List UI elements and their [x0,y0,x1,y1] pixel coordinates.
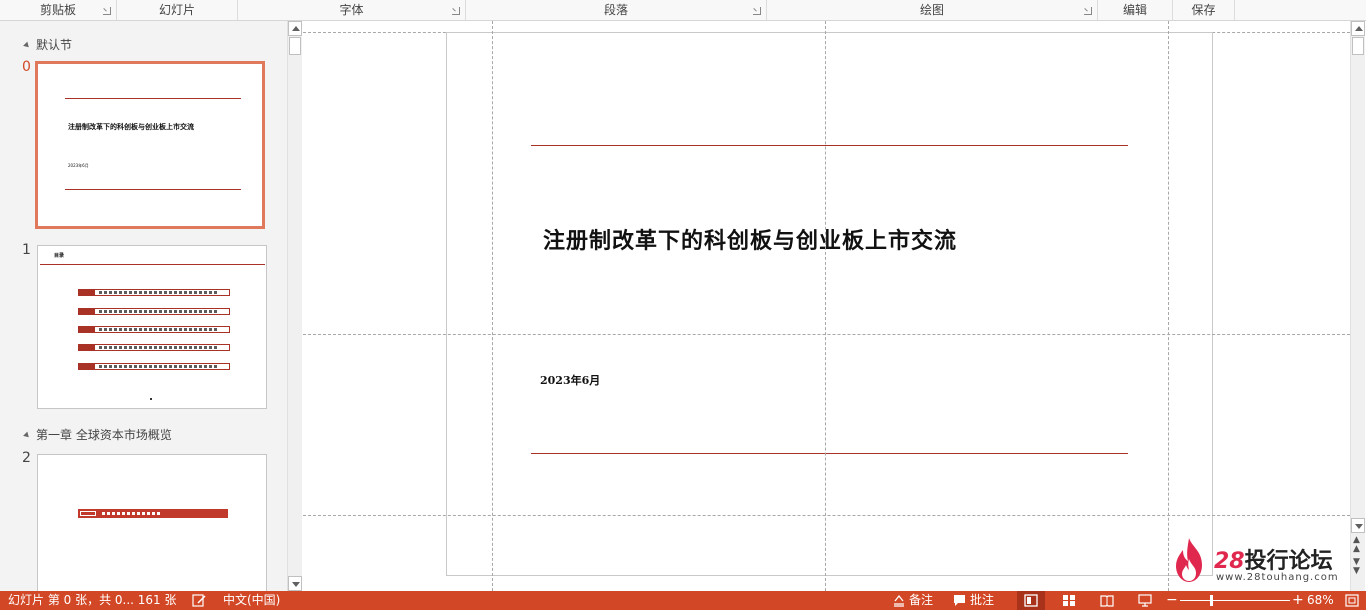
scroll-thumb[interactable] [1352,37,1364,55]
ribbon-group-label: 段落 [603,3,628,17]
guide-line-vertical[interactable] [1168,21,1169,591]
thumb-date: 2023年6月 [68,163,89,168]
comments-icon[interactable] [953,594,966,607]
reading-view-icon[interactable] [1100,594,1114,607]
slide-editing-area[interactable]: 注册制改革下的科创板与创业板上市交流 2023年6月 [303,21,1350,591]
slide-thumbnail-1[interactable]: 目录 [37,245,267,409]
slide-divider-line[interactable] [531,453,1128,454]
ribbon-group-font: 字体 [238,0,466,20]
thumb-toc-row [78,326,230,333]
slide-number: 0 [22,59,31,75]
flame-icon [1176,538,1202,582]
watermark-url: www.28touhang.com [1216,572,1339,583]
watermark-number: 28 [1214,549,1245,574]
next-slide-icon[interactable]: ▼ ▼ [1353,558,1360,576]
guide-line-vertical[interactable] [825,21,826,591]
watermark-logo: 28投行论坛 www.28touhang.com [1170,535,1350,587]
status-bar: 幻灯片 第 0 张，共 0... 161 张 中文(中国) 备注 批注 − + … [0,591,1366,610]
ribbon-group-save: 保存 [1173,0,1235,20]
slide-count-status[interactable]: 幻灯片 第 0 张，共 0... 161 张 [8,591,177,610]
scroll-down-button[interactable] [288,576,302,591]
notes-icon[interactable] [893,594,905,607]
slide-thumbnail-pane[interactable]: 默认节 0 注册制改革下的科创板与创业板上市交流 2023年6月 1 目录 第一… [0,21,287,591]
editor-scrollbar[interactable]: ▲ ▲ ▼ ▼ [1350,21,1365,591]
ribbon-group-labels: 剪贴板 幻灯片 字体 段落 绘图 编辑 保存 [0,0,1366,21]
zoom-level[interactable]: 68% [1307,591,1334,610]
normal-view-button[interactable] [1017,591,1045,610]
ribbon-group-clipboard: 剪贴板 [0,0,117,20]
language-status[interactable]: 中文(中国) [223,591,280,610]
slide-number: 1 [22,242,31,258]
slide-thumbnail-0[interactable]: 注册制改革下的科创板与创业板上市交流 2023年6月 [35,61,265,229]
zoom-out-button[interactable]: − [1166,591,1178,610]
comments-button[interactable]: 批注 [970,591,994,610]
ribbon-group-label: 绘图 [919,3,944,17]
slide-divider-line[interactable] [531,145,1128,146]
slide-number: 2 [22,450,31,466]
ribbon-group-label: 保存 [1191,3,1216,17]
guide-line-horizontal[interactable] [303,515,1350,516]
thumb-chapter-banner [78,509,228,518]
ribbon-group-drawing: 绘图 [767,0,1098,20]
thumbnail-scrollbar[interactable] [287,21,302,591]
zoom-slider-track[interactable] [1180,600,1290,601]
slide-date[interactable]: 2023年6月 [540,372,600,388]
ribbon-group-label: 编辑 [1122,3,1147,17]
guide-line-vertical[interactable] [492,21,493,591]
ribbon-group-label: 剪贴板 [39,3,76,17]
section-label: 默认节 [36,38,73,52]
thumb-divider-line [40,264,265,265]
watermark-name: 投行论坛 [1244,549,1333,574]
dialog-launcher-icon[interactable] [103,7,111,15]
scroll-up-button[interactable] [288,21,302,36]
thumb-toc-row [78,363,230,370]
thumb-divider-line [65,98,241,99]
dialog-launcher-icon[interactable] [452,7,460,15]
zoom-slider-handle[interactable] [1210,595,1213,606]
slide-thumbnail-2[interactable] [37,454,267,591]
normal-view-icon [1024,594,1038,607]
section-header-chapter-1[interactable]: 第一章 全球资本市场概览 [23,426,172,444]
thumb-title: 注册制改革下的科创板与创业板上市交流 [68,122,194,131]
slide-title[interactable]: 注册制改革下的科创板与创业板上市交流 [543,223,957,255]
notes-button[interactable]: 备注 [909,591,933,610]
section-header-default[interactable]: 默认节 [23,36,73,54]
scroll-up-button[interactable] [1351,21,1365,36]
dialog-launcher-icon[interactable] [1084,7,1092,15]
scroll-down-button[interactable] [1351,518,1365,533]
guide-line-horizontal[interactable] [303,334,1350,335]
current-slide[interactable]: 注册制改革下的科创板与创业板上市交流 2023年6月 [446,32,1213,576]
thumb-toc-row [78,344,230,351]
zoom-in-button[interactable]: + [1292,591,1304,610]
scroll-thumb[interactable] [289,37,301,55]
thumb-toc-row [78,308,230,315]
ribbon-group-paragraph: 段落 [466,0,767,20]
thumb-toc-row [78,289,230,296]
dialog-launcher-icon[interactable] [753,7,761,15]
previous-slide-icon[interactable]: ▲ ▲ [1353,536,1360,554]
thumb-title: 目录 [54,253,65,259]
fit-to-window-icon[interactable] [1345,594,1359,607]
collapse-triangle-icon[interactable] [23,431,31,440]
collapse-triangle-icon[interactable] [23,41,31,50]
watermark-brand: 28投行论坛 [1214,543,1333,575]
thumb-page-dot [150,398,152,400]
ribbon-group-label: 幻灯片 [158,3,195,17]
ribbon-group-label: 字体 [339,3,364,17]
slideshow-icon[interactable] [1138,594,1152,607]
spell-check-icon[interactable] [192,594,206,607]
section-label: 第一章 全球资本市场概览 [36,428,172,442]
thumb-divider-line [65,189,241,190]
ribbon-group-editing: 编辑 [1098,0,1173,20]
ribbon-group-slides: 幻灯片 [117,0,238,20]
slide-sorter-icon[interactable] [1062,594,1076,607]
